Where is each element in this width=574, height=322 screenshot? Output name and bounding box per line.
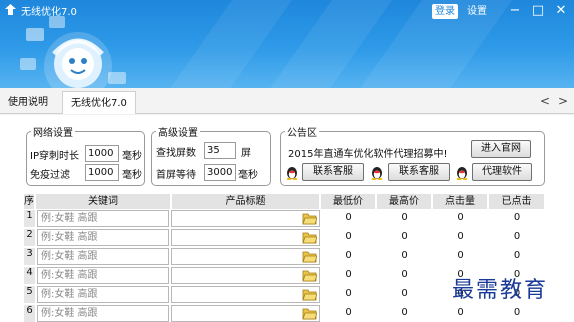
keyword-cell[interactable]: 例:女鞋 高跟	[37, 286, 169, 303]
search-screens-unit: 屏	[241, 148, 251, 159]
tab-main[interactable]: 无线优化7.0	[62, 91, 136, 114]
row-index: 6	[24, 305, 35, 322]
login-button[interactable]: 登录	[432, 4, 458, 19]
tab-scroll-left-icon[interactable]: <	[538, 94, 552, 108]
keyword-cell[interactable]: 例:女鞋 高跟	[37, 248, 169, 265]
min-price-cell[interactable]: 0	[321, 305, 376, 322]
keyword-cell[interactable]: 例:女鞋 高跟	[37, 210, 169, 227]
watermark-text: 最需教育	[452, 278, 549, 303]
clicks-cell[interactable]: 0	[433, 210, 488, 227]
first-screen-wait-unit: 毫秒	[238, 170, 258, 181]
app-window: 无线优化7.0 登录 设置 − □ ✕ 使用说明 无线优化7.0 < > 网络设…	[0, 0, 574, 322]
clicks-cell[interactable]: 0	[433, 305, 488, 322]
title-cell[interactable]	[171, 210, 320, 227]
qq-penguin-icon	[371, 167, 383, 180]
tab-bar: 使用说明 无线优化7.0 < >	[0, 88, 574, 114]
open-folder-icon[interactable]	[302, 288, 317, 301]
title-cell[interactable]	[171, 305, 320, 322]
mascot-illustration-icon	[20, 16, 126, 88]
ip-duration-input[interactable]	[85, 145, 119, 162]
title-bar: 无线优化7.0 登录 设置 − □ ✕	[0, 0, 574, 88]
row-index: 4	[24, 267, 35, 284]
min-price-cell[interactable]: 0	[321, 248, 376, 265]
first-screen-wait-input[interactable]	[204, 164, 236, 181]
clicked-cell: 0	[489, 305, 545, 322]
min-price-cell[interactable]: 0	[321, 229, 376, 246]
max-price-cell[interactable]: 0	[377, 286, 432, 303]
notice-text: 2015年直通车优化软件代理招募中!	[288, 149, 448, 160]
ip-duration-unit: 毫秒	[122, 151, 142, 162]
column-header-clicks: 点击量	[433, 194, 488, 209]
min-price-cell[interactable]: 0	[321, 267, 376, 284]
max-price-cell[interactable]: 0	[377, 267, 432, 284]
min-price-cell[interactable]: 0	[321, 286, 376, 303]
agent-software-button[interactable]: 代理软件	[472, 163, 532, 181]
max-price-cell[interactable]: 0	[377, 229, 432, 246]
title-cell[interactable]	[171, 229, 320, 246]
row-index: 2	[24, 229, 35, 246]
close-icon[interactable]: ✕	[551, 1, 571, 21]
clicked-cell: 0	[489, 210, 545, 227]
title-cell[interactable]	[171, 267, 320, 284]
tab-help[interactable]: 使用说明	[8, 91, 48, 114]
column-header-clicked: 已点击	[489, 194, 545, 209]
clicked-cell: 0	[489, 229, 545, 246]
open-folder-icon[interactable]	[302, 231, 317, 244]
column-header-index: 序	[24, 194, 35, 209]
open-folder-icon[interactable]	[302, 250, 317, 263]
max-price-cell[interactable]: 0	[377, 248, 432, 265]
row-index: 5	[24, 286, 35, 303]
max-price-cell[interactable]: 0	[377, 305, 432, 322]
clicked-cell: 0	[489, 248, 545, 265]
notice-legend: 公告区	[287, 128, 317, 139]
column-header-min-price: 最低价	[321, 194, 376, 209]
settings-button[interactable]: 设置	[467, 4, 487, 19]
open-folder-icon[interactable]	[302, 269, 317, 282]
qq-penguin-icon	[286, 167, 298, 180]
keyword-cell[interactable]: 例:女鞋 高跟	[37, 305, 169, 322]
minimize-icon[interactable]: −	[505, 1, 525, 21]
column-header-keyword: 关键词	[36, 194, 171, 209]
row-index: 3	[24, 248, 35, 265]
contact-service-button-2[interactable]: 联系客服	[388, 163, 450, 181]
network-settings-legend: 网络设置	[33, 128, 73, 139]
clicks-cell[interactable]: 0	[433, 229, 488, 246]
advanced-settings-legend: 高级设置	[158, 128, 198, 139]
open-folder-icon[interactable]	[302, 212, 317, 225]
filter-unit: 毫秒	[122, 170, 142, 181]
filter-input[interactable]	[85, 164, 119, 181]
column-header-title: 产品标题	[172, 194, 320, 209]
search-screens-label: 查找屏数	[156, 148, 196, 159]
clicks-cell[interactable]: 0	[433, 248, 488, 265]
tab-scroll-right-icon[interactable]: >	[556, 94, 570, 108]
min-price-cell[interactable]: 0	[321, 210, 376, 227]
max-price-cell[interactable]: 0	[377, 210, 432, 227]
maximize-icon[interactable]: □	[528, 1, 548, 21]
title-cell[interactable]	[171, 248, 320, 265]
filter-label: 免疫过滤	[30, 170, 70, 181]
row-index: 1	[24, 210, 35, 227]
keyword-cell[interactable]: 例:女鞋 高跟	[37, 267, 169, 284]
column-header-max-price: 最高价	[377, 194, 432, 209]
qq-penguin-icon	[456, 167, 468, 180]
search-screens-input[interactable]	[204, 142, 236, 159]
visit-website-button[interactable]: 进入官网	[471, 140, 531, 158]
keyword-cell[interactable]: 例:女鞋 高跟	[37, 229, 169, 246]
title-cell[interactable]	[171, 286, 320, 303]
contact-service-button-1[interactable]: 联系客服	[302, 163, 364, 181]
ip-duration-label: IP穿刺时长	[30, 151, 79, 162]
open-folder-icon[interactable]	[302, 307, 317, 320]
first-screen-wait-label: 首屏等待	[156, 170, 196, 181]
